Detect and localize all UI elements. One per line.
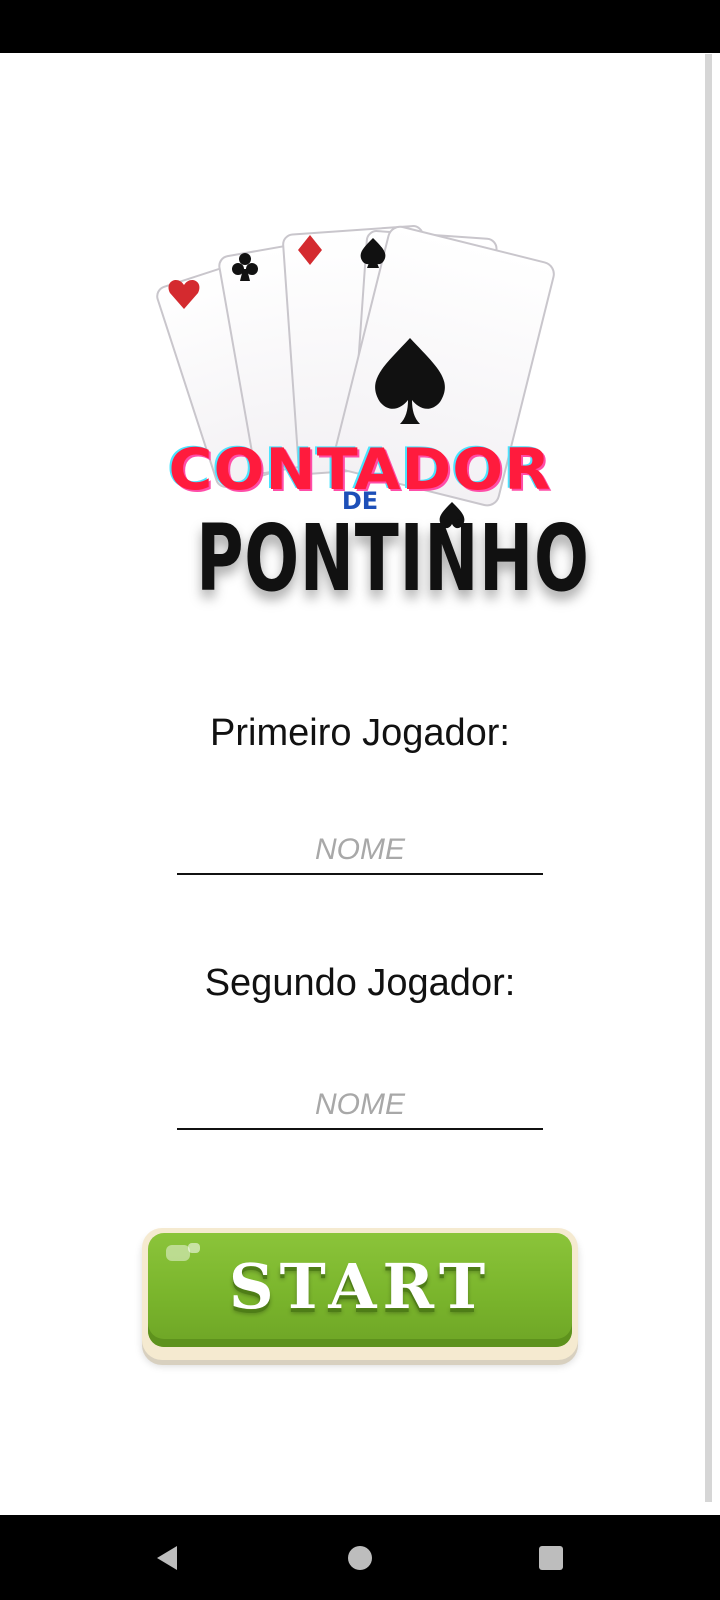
home-icon xyxy=(348,1546,372,1570)
navigation-bar xyxy=(0,1515,720,1600)
recents-button[interactable] xyxy=(530,1537,572,1579)
scrollbar[interactable] xyxy=(705,54,712,1502)
back-button[interactable] xyxy=(147,1537,189,1579)
back-icon xyxy=(157,1546,177,1570)
player2-label: Segundo Jogador: xyxy=(204,962,516,1004)
start-button-label: START xyxy=(228,1250,492,1323)
status-bar xyxy=(0,0,720,53)
player2-name-input[interactable] xyxy=(177,1082,543,1130)
app-logo: CONTADOR DE PONTINHO xyxy=(150,200,590,670)
player1-label: Primeiro Jogador: xyxy=(210,712,510,754)
player1-name-input[interactable] xyxy=(177,827,543,875)
recents-icon xyxy=(539,1546,563,1570)
start-button[interactable]: START xyxy=(142,1228,578,1360)
logo-title-pontinho: PONTINHO xyxy=(196,505,590,612)
home-button[interactable] xyxy=(339,1537,381,1579)
